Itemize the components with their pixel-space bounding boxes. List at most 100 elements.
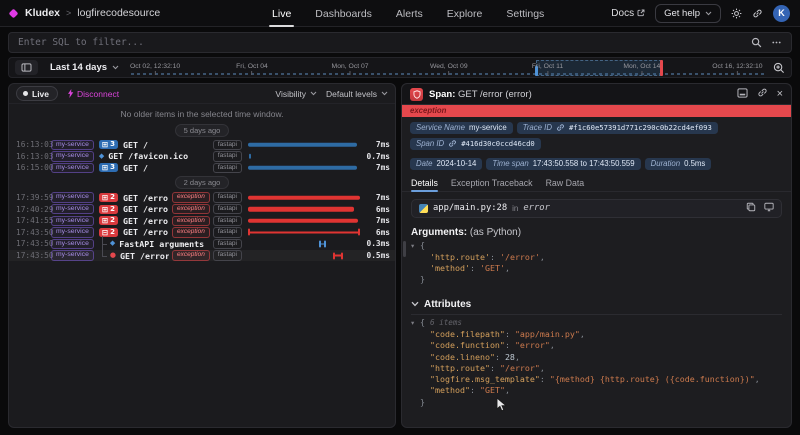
logfire-logo-icon xyxy=(9,8,19,18)
detail-tab-raw-data[interactable]: Raw Data xyxy=(546,175,585,191)
link-icon[interactable] xyxy=(556,123,565,132)
timeline-tick-label: Oct 16, 12:32:10 xyxy=(712,63,762,70)
span-name: GET /error xyxy=(123,193,169,203)
trace-row[interactable]: 16:13:03my-service⊞3GET /fastapi7ms xyxy=(9,139,395,151)
view-source-icon[interactable] xyxy=(764,199,774,217)
span-duration: 6ms xyxy=(360,228,390,237)
docs-link[interactable]: Docs xyxy=(611,8,645,19)
sql-filter-input[interactable] xyxy=(18,37,742,48)
service-badge: my-service xyxy=(51,204,94,215)
trace-row[interactable]: 16:13:03my-service◆GET /favicon.icofasta… xyxy=(9,151,395,163)
timeline-tick-mark xyxy=(251,71,252,75)
code-kv-line: "method": "GET", xyxy=(411,385,782,396)
get-help-label: Get help xyxy=(664,8,700,19)
span-duration: 7ms xyxy=(360,140,390,149)
tab-explore[interactable]: Explore xyxy=(447,0,483,27)
span-duration: 7ms xyxy=(360,163,390,172)
theme-toggle-icon[interactable] xyxy=(731,8,742,19)
disconnect-label: Disconnect xyxy=(77,89,119,99)
scrollbar-thumb[interactable] xyxy=(403,241,406,257)
user-avatar[interactable]: K xyxy=(773,5,790,22)
meta-chip-duration: Duration0.5ms xyxy=(645,158,712,170)
service-badge: my-service xyxy=(51,239,94,250)
disconnect-button[interactable]: Disconnect xyxy=(67,89,119,99)
duration-bar xyxy=(333,252,343,259)
tag-fastapi: fastapi xyxy=(213,204,242,215)
span-name: GET / xyxy=(123,163,148,173)
link-icon[interactable] xyxy=(448,139,457,148)
timeline-tick-label: Mon, Oct 07 xyxy=(332,63,369,70)
toggle-sidebar-button[interactable] xyxy=(15,60,38,75)
tab-live[interactable]: Live xyxy=(272,0,291,27)
chevron-down-icon xyxy=(705,11,712,16)
expand-toggle[interactable]: ⊞2 xyxy=(99,216,118,225)
code-location-sep: in xyxy=(512,204,518,213)
span-timestamp: 17:41:55 xyxy=(16,216,51,225)
tab-alerts[interactable]: Alerts xyxy=(396,0,423,27)
breadcrumb-project[interactable]: logfirecodesource xyxy=(77,7,160,19)
duration-bar-track xyxy=(248,151,360,163)
service-badge: my-service xyxy=(51,140,94,151)
code-kv-line: "http.route": "/error", xyxy=(411,363,782,374)
timeline-tick: Wed, Oct 09 xyxy=(430,63,468,75)
search-icon[interactable] xyxy=(751,37,762,48)
detail-tab-details[interactable]: Details xyxy=(411,175,438,191)
tag-fastapi: fastapi xyxy=(213,239,242,250)
expand-toggle[interactable]: ⊞2 xyxy=(99,193,118,202)
chip-value: 2024-10-14 xyxy=(436,159,476,168)
service-badge: my-service xyxy=(51,163,94,174)
code-close-line: } xyxy=(411,274,782,285)
zoom-in-icon[interactable] xyxy=(773,62,785,74)
visibility-dropdown[interactable]: Visibility xyxy=(275,89,317,99)
trace-row[interactable]: 17:43:50my-service●GET /error (error)exc… xyxy=(9,250,395,262)
trace-row[interactable]: 17:41:55my-service⊞2GET /errorexceptionf… xyxy=(9,215,395,227)
close-icon[interactable]: × xyxy=(777,89,783,100)
duration-bar xyxy=(248,143,357,148)
get-help-button[interactable]: Get help xyxy=(655,4,721,23)
expand-toggle[interactable]: ⊞2 xyxy=(99,205,118,214)
chip-label: Span ID xyxy=(416,139,444,148)
meta-chip-trace-id: Trace ID#f1c60e57391d771c290c0b22cd4ef09… xyxy=(517,122,718,134)
timeline-tick: Fri, Oct 11 xyxy=(532,63,563,75)
expand-icon: ⊞ xyxy=(102,163,108,172)
duration-bar xyxy=(319,240,327,247)
share-link-icon[interactable] xyxy=(752,8,763,19)
trace-row[interactable]: 17:40:29my-service⊞2GET /errorexceptionf… xyxy=(9,203,395,215)
timeline-tick: Mon, Oct 07 xyxy=(332,63,369,75)
tag-exception: exception xyxy=(172,227,210,238)
code-kv-line: "code.function": "error", xyxy=(411,340,782,351)
trace-row[interactable]: 17:43:50my-service⊟2GET /errorexceptionf… xyxy=(9,227,395,239)
span-name: GET /error xyxy=(123,227,169,237)
tab-settings[interactable]: Settings xyxy=(506,0,544,27)
trace-row[interactable]: 17:39:59my-service⊞2GET /errorexceptionf… xyxy=(9,192,395,204)
copy-link-icon[interactable] xyxy=(757,85,768,103)
levels-dropdown[interactable]: Default levels xyxy=(326,89,388,99)
timeline[interactable]: Oct 02, 12:32:10Fri, Oct 04Mon, Oct 07We… xyxy=(131,58,764,77)
breadcrumb-org[interactable]: Kludex xyxy=(25,7,60,19)
copy-icon[interactable] xyxy=(746,199,756,217)
span-name: FastAPI arguments xyxy=(119,239,204,249)
span-duration: 0.3ms xyxy=(360,239,390,248)
child-count: 3 xyxy=(110,140,115,149)
trace-row[interactable]: 17:43:50my-service◆FastAPI argumentsfast… xyxy=(9,238,395,250)
span-duration: 0.5ms xyxy=(360,251,390,260)
expand-toggle[interactable]: ⊞3 xyxy=(99,163,118,172)
top-navbar: Kludex > logfirecodesource LiveDashboard… xyxy=(0,0,800,27)
chip-label: Trace ID xyxy=(523,123,552,132)
chevron-down-icon xyxy=(112,65,119,70)
span-title-prefix: Span: xyxy=(429,89,455,100)
more-options-icon[interactable] xyxy=(771,37,782,48)
trace-row[interactable]: 16:15:00my-service⊞3GET /fastapi7ms xyxy=(9,162,395,174)
dock-panel-icon[interactable] xyxy=(737,85,748,103)
expand-toggle[interactable]: ⊞3 xyxy=(99,140,118,149)
time-range-selector[interactable]: Last 14 days xyxy=(47,62,122,73)
expand-icon: ⊞ xyxy=(102,205,108,214)
live-toggle[interactable]: Live xyxy=(16,86,58,101)
detail-tab-exception-traceback[interactable]: Exception Traceback xyxy=(451,175,533,191)
error-shield-icon xyxy=(410,88,423,101)
duration-bar xyxy=(248,207,354,212)
attributes-section-header[interactable]: Attributes xyxy=(411,299,782,315)
tab-dashboards[interactable]: Dashboards xyxy=(315,0,372,27)
span-name: GET /error xyxy=(123,204,169,214)
code-file-path: app/main.py:28 xyxy=(433,203,507,213)
